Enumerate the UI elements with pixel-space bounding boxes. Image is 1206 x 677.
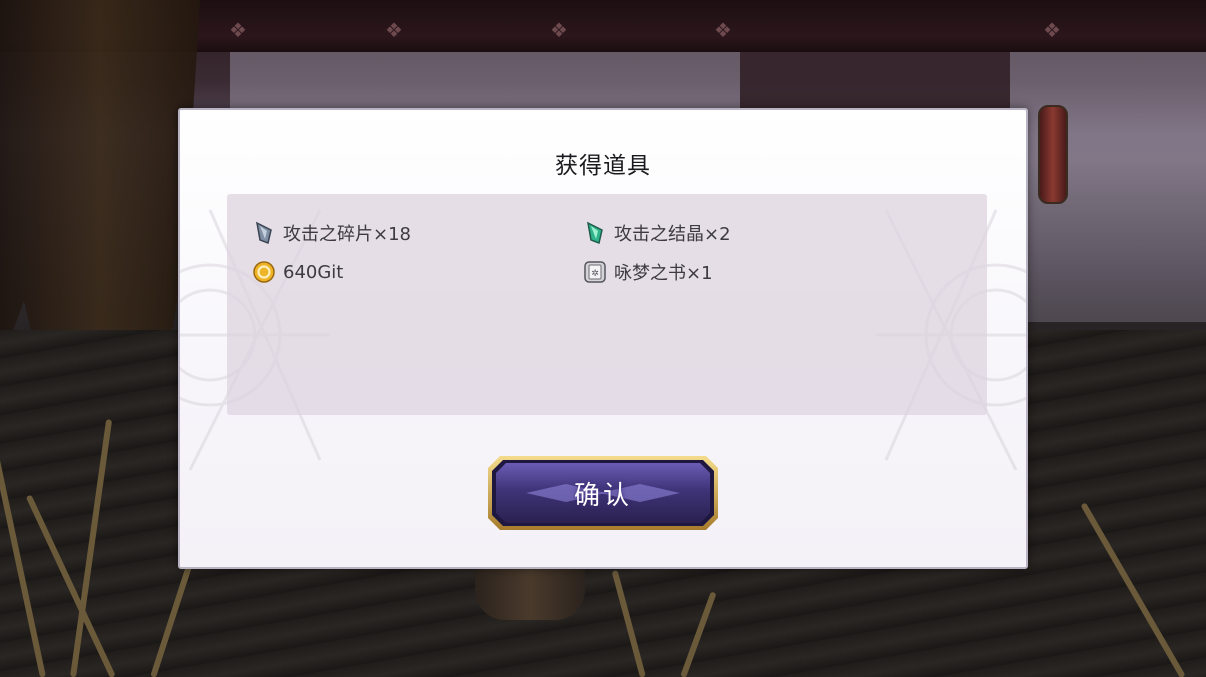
reward-label: 攻击之碎片×18 — [283, 224, 411, 245]
reward-list-panel: 攻击之碎片×18 攻击之结晶×2 640Git ✲ 咏梦之书×1 — [227, 194, 987, 415]
beam-ornament-icon: ❖ — [714, 18, 732, 42]
reward-item: 640Git — [251, 258, 343, 286]
beam-ornament-icon: ❖ — [550, 18, 568, 42]
reward-label: 攻击之结晶×2 — [614, 224, 731, 245]
confirm-button-label: 确认 — [573, 480, 632, 511]
attack-crystal-icon — [587, 221, 603, 245]
confirm-button[interactable]: 确认 — [486, 454, 720, 532]
lantern-icon — [1038, 105, 1068, 204]
reward-label: 640Git — [283, 261, 344, 283]
background-barrel — [475, 560, 585, 620]
gold-coin-icon — [253, 261, 275, 283]
reward-dialog: 获得道具 攻击之碎片×18 攻击之结晶×2 640Git ✲ 咏梦之书×1 确认 — [178, 108, 1028, 569]
svg-text:✲: ✲ — [591, 269, 599, 279]
reward-item: ✲ 咏梦之书×1 — [582, 258, 713, 286]
beam-ornament-icon: ❖ — [385, 18, 403, 42]
game-scene: ❖ ❖ ❖ ❖ ❖ 获得道具 攻击之碎片×18 攻击之结晶×2 640Git ✲… — [0, 0, 1206, 677]
attack-shard-icon — [256, 221, 272, 245]
dream-book-icon: ✲ — [584, 261, 606, 283]
reward-label: 咏梦之书×1 — [614, 263, 713, 284]
reward-item: 攻击之碎片×18 — [251, 219, 411, 247]
reward-item: 攻击之结晶×2 — [582, 219, 731, 247]
beam-ornament-icon: ❖ — [229, 18, 247, 42]
dialog-title: 获得道具 — [555, 153, 651, 179]
beam-ornament-icon: ❖ — [1043, 18, 1061, 42]
